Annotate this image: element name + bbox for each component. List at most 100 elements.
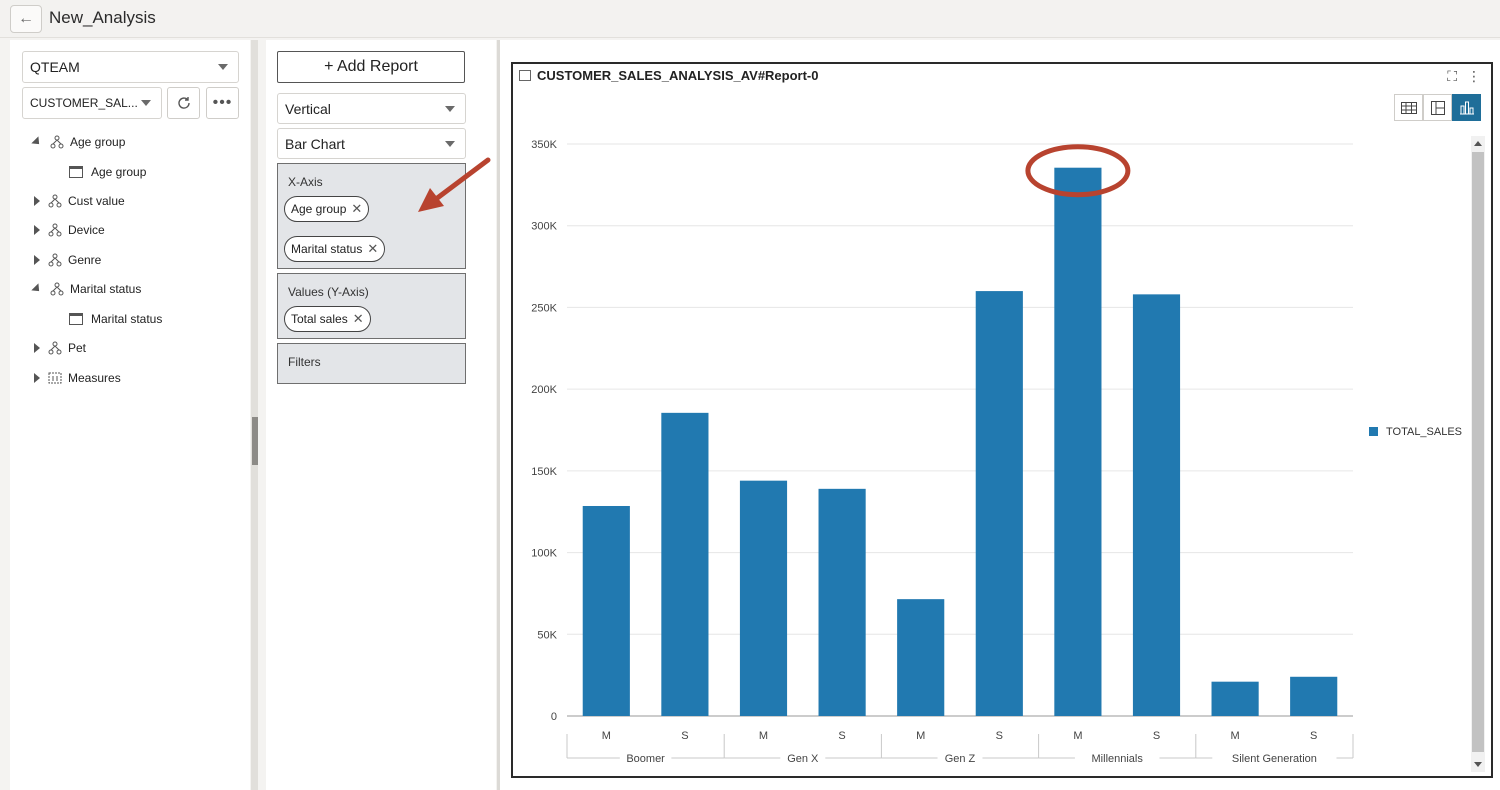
- legend-swatch: [1369, 427, 1378, 436]
- y-tick-label: 200K: [531, 384, 557, 396]
- chevron-down-icon: [445, 141, 455, 147]
- chart-view-button[interactable]: [1452, 94, 1481, 121]
- bar: [1211, 681, 1259, 716]
- more-dots-icon: •••: [212, 94, 233, 111]
- tree-item-pet[interactable]: Pet: [34, 337, 86, 359]
- collapsed-triangle-icon[interactable]: [34, 225, 40, 235]
- collapsed-triangle-icon[interactable]: [34, 343, 40, 353]
- x-tick-label: M: [916, 730, 925, 742]
- tree-item-label: Device: [68, 223, 105, 237]
- bar: [739, 480, 788, 716]
- view-select[interactable]: CUSTOMER_SAL...: [22, 87, 162, 119]
- tree-item-label: Age group: [70, 135, 126, 149]
- x-tick-label: M: [759, 730, 768, 742]
- y-tick-label: 50K: [537, 629, 557, 641]
- annotation-arrow: [418, 157, 491, 212]
- values-label: Values (Y-Axis): [288, 285, 369, 299]
- orientation-select[interactable]: Vertical: [277, 93, 466, 124]
- close-icon[interactable]: ✕: [351, 201, 362, 217]
- hierarchy-icon: [50, 135, 64, 149]
- legend-label: TOTAL_SALES: [1386, 426, 1462, 438]
- tree-item-device[interactable]: Device: [34, 219, 105, 241]
- y-tick-label: 100K: [531, 548, 557, 560]
- kebab-menu-icon[interactable]: ⋮: [1467, 68, 1481, 85]
- x-tick-label: S: [1153, 730, 1160, 742]
- x-axis-chip-marital-status[interactable]: Marital status ✕: [284, 236, 386, 262]
- bar: [1054, 167, 1102, 716]
- x-axis-chip-age-group[interactable]: Age group ✕: [284, 196, 370, 222]
- schema-select[interactable]: QTEAM: [22, 51, 239, 83]
- group-label: Millennials: [1092, 753, 1144, 765]
- close-icon[interactable]: ✕: [367, 241, 378, 257]
- report-icon: [519, 70, 531, 81]
- bar: [661, 412, 709, 716]
- group-label: Silent Generation: [1232, 753, 1317, 765]
- app-header: ← New_Analysis: [0, 0, 1500, 38]
- values-chip-total-sales[interactable]: Total sales ✕: [284, 306, 371, 332]
- group-label: Boomer: [626, 753, 665, 765]
- bar: [818, 488, 866, 716]
- tree-item-marital-status[interactable]: Marital status: [31, 278, 142, 300]
- more-options-button[interactable]: •••: [206, 87, 239, 119]
- chevron-down-icon: [445, 106, 455, 112]
- y-tick-label: 350K: [531, 139, 557, 151]
- group-label: Gen Z: [945, 753, 976, 765]
- scroll-thumb[interactable]: [1472, 152, 1484, 752]
- collapsed-triangle-icon[interactable]: [34, 373, 40, 383]
- filters-label: Filters: [288, 355, 321, 369]
- refresh-button[interactable]: [167, 87, 200, 119]
- chip-label: Marital status: [291, 242, 363, 256]
- y-tick-label: 150K: [531, 466, 557, 478]
- collapsed-triangle-icon[interactable]: [34, 196, 40, 206]
- bar: [975, 291, 1023, 716]
- tree-item-cust-value[interactable]: Cust value: [34, 190, 125, 212]
- panel-splitter[interactable]: [251, 40, 258, 790]
- values-dropzone[interactable]: Values (Y-Axis) Total sales ✕: [277, 273, 466, 339]
- tree-child-marital-status[interactable]: Marital status: [69, 308, 162, 330]
- scroll-up-icon[interactable]: [1474, 141, 1482, 146]
- table-icon: [69, 313, 83, 325]
- chip-label: Age group: [291, 202, 347, 216]
- collapsed-triangle-icon[interactable]: [34, 255, 40, 265]
- filters-dropzone[interactable]: Filters: [277, 343, 466, 384]
- close-icon[interactable]: ✕: [353, 311, 364, 327]
- view-toggle: [1394, 94, 1481, 121]
- hierarchy-icon: [48, 223, 62, 237]
- bar: [897, 599, 945, 716]
- arrow-left-icon: ←: [18, 10, 34, 27]
- refresh-icon: [177, 97, 190, 109]
- x-tick-label: S: [838, 730, 845, 742]
- tree-item-age-group[interactable]: Age group: [31, 131, 126, 153]
- add-report-button[interactable]: + Add Report: [277, 51, 465, 83]
- scroll-down-icon[interactable]: [1474, 762, 1482, 767]
- x-tick-label: S: [681, 730, 688, 742]
- table-view-button[interactable]: [1394, 94, 1423, 121]
- x-tick-label: S: [1310, 730, 1317, 742]
- tree-item-label: Age group: [91, 165, 147, 179]
- tree-item-measures[interactable]: Measures: [34, 367, 121, 389]
- report-scrollbar[interactable]: [1471, 136, 1485, 772]
- table-view-icon: [1400, 101, 1417, 114]
- expanded-triangle-icon[interactable]: [31, 283, 43, 295]
- hierarchy-icon: [48, 194, 62, 208]
- group-label: Gen X: [787, 753, 819, 765]
- tree-child-age-group[interactable]: Age group: [69, 161, 146, 183]
- x-tick-label: M: [1073, 730, 1082, 742]
- bar-chart: 0 50K 100K 150K 200K 250K 300K 350K M S M S M S M S M S Bo…: [531, 139, 1462, 765]
- tree-item-label: Cust value: [68, 194, 125, 208]
- back-button[interactable]: ←: [10, 5, 42, 33]
- split-view-button[interactable]: [1423, 94, 1452, 121]
- fullscreen-icon[interactable]: ⛶: [1447, 68, 1457, 85]
- tree-item-label: Genre: [68, 253, 102, 267]
- expanded-triangle-icon[interactable]: [31, 136, 43, 148]
- tree-item-genre[interactable]: Genre: [34, 249, 101, 271]
- bar: [1290, 676, 1338, 716]
- splitter-handle[interactable]: [252, 417, 258, 465]
- chip-label: Total sales: [291, 312, 348, 326]
- page-title: New_Analysis: [49, 8, 156, 27]
- tree-item-label: Marital status: [70, 282, 142, 296]
- report-panel: CUSTOMER_SALES_ANALYSIS_AV#Report-0 ⛶ ⋮ …: [511, 62, 1493, 778]
- x-tick-label: M: [1231, 730, 1240, 742]
- chevron-down-icon: [141, 100, 151, 106]
- hierarchy-icon: [50, 282, 64, 296]
